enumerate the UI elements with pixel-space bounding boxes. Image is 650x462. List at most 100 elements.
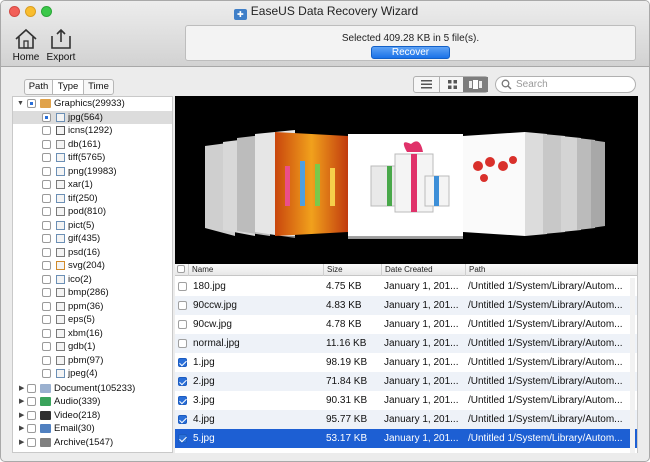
file-path: /Untitled 1/System/Library/Autom...: [468, 300, 623, 311]
checkbox[interactable]: [42, 328, 51, 338]
row-checkbox[interactable]: [178, 434, 187, 443]
tree-item-video[interactable]: ▶ Video(218): [13, 409, 172, 423]
tree-item-tif[interactable]: tif(250): [13, 192, 172, 206]
toolbar: ✚ EaseUS Data Recovery Wizard Home Export…: [1, 1, 649, 67]
row-checkbox[interactable]: [178, 358, 187, 367]
checkbox[interactable]: [42, 180, 51, 189]
disclosure-triangle-icon[interactable]: ▶: [19, 436, 24, 449]
list-view-button[interactable]: [414, 77, 439, 92]
table-row[interactable]: 5.jpg 53.17 KB January 1, 201... /Untitled …: [175, 429, 637, 448]
table-row[interactable]: 90cw.jpg 4.78 KB January 1, 201... /Untitle…: [175, 315, 637, 334]
select-all-column[interactable]: [175, 264, 189, 276]
coverflow-view-button[interactable]: [463, 77, 488, 92]
export-button[interactable]: Export: [41, 27, 81, 63]
tree-item-gdb[interactable]: gdb(1): [13, 340, 172, 354]
recover-button[interactable]: Recover: [371, 46, 450, 59]
column-header-name[interactable]: Name: [189, 264, 324, 276]
table-scrollbar[interactable]: [630, 278, 635, 453]
tree-item-graphics[interactable]: ▼ Graphics(29933): [13, 97, 172, 111]
checkbox[interactable]: [27, 410, 36, 420]
checkbox[interactable]: [27, 99, 36, 108]
tree-item-ico[interactable]: ico(2): [13, 273, 172, 287]
checkbox[interactable]: [42, 126, 51, 135]
disclosure-triangle-icon[interactable]: ▶: [19, 422, 24, 435]
checkbox[interactable]: [42, 315, 51, 324]
checkbox[interactable]: [42, 274, 51, 284]
row-checkbox[interactable]: [178, 396, 187, 405]
row-checkbox[interactable]: [178, 282, 187, 291]
checkbox[interactable]: [42, 139, 51, 149]
column-header-date[interactable]: Date Created: [382, 264, 466, 276]
tree-item-pod[interactable]: pod(810): [13, 205, 172, 219]
checkbox[interactable]: [42, 369, 51, 378]
checkbox[interactable]: [42, 207, 51, 216]
column-header-size[interactable]: Size: [324, 264, 382, 276]
disclosure-triangle-icon[interactable]: ▶: [19, 395, 24, 408]
tree-item-png[interactable]: png(19983): [13, 165, 172, 179]
disclosure-triangle-icon[interactable]: ▶: [19, 409, 24, 422]
column-header-path[interactable]: Path: [466, 264, 637, 276]
checkbox[interactable]: [42, 261, 51, 270]
checkbox[interactable]: [42, 247, 51, 257]
checkbox[interactable]: [27, 424, 36, 433]
table-row[interactable]: 180.jpg 4.75 KB January 1, 201... /Untitled…: [175, 277, 637, 296]
checkbox[interactable]: [42, 355, 51, 365]
checkbox[interactable]: [27, 397, 36, 406]
select-all-checkbox[interactable]: [177, 265, 185, 273]
row-checkbox[interactable]: [178, 339, 187, 348]
checkbox[interactable]: [42, 301, 51, 311]
tree-item-pict[interactable]: pict(5): [13, 219, 172, 233]
checkbox[interactable]: [42, 220, 51, 230]
row-checkbox[interactable]: [178, 301, 187, 310]
tab-time[interactable]: Time: [84, 80, 113, 94]
table-row[interactable]: 4.jpg 95.77 KB January 1, 201... /Untitled …: [175, 410, 637, 429]
checkbox[interactable]: [42, 153, 51, 162]
tree-item-jpg[interactable]: jpg(564): [13, 110, 172, 124]
disclosure-triangle-icon[interactable]: ▶: [19, 382, 24, 395]
tree-item-xar[interactable]: xar(1): [13, 178, 172, 192]
tree-item-tiff[interactable]: tiff(5765): [13, 151, 172, 165]
table-row[interactable]: 1.jpg 98.19 KB January 1, 201... /Untitled …: [175, 353, 637, 372]
tree-item-gif[interactable]: gif(435): [13, 232, 172, 246]
home-button[interactable]: Home: [6, 27, 46, 63]
checkbox[interactable]: [42, 166, 51, 176]
row-checkbox[interactable]: [178, 320, 187, 329]
tree-item-audio[interactable]: ▶ Audio(339): [13, 395, 172, 409]
checkbox[interactable]: [42, 234, 51, 243]
search-field[interactable]: Search: [495, 76, 636, 93]
tree-item-label: pbm(97): [68, 354, 104, 366]
checkbox[interactable]: [42, 193, 51, 203]
row-checkbox[interactable]: [178, 415, 187, 424]
file-name: 180.jpg: [193, 281, 226, 292]
disclosure-triangle-icon[interactable]: ▼: [17, 97, 24, 110]
tree-item-xbm[interactable]: xbm(16): [13, 327, 172, 341]
checkbox[interactable]: [42, 288, 51, 297]
checkbox[interactable]: [42, 112, 51, 122]
tree-item-db[interactable]: db(161): [13, 138, 172, 152]
row-checkbox[interactable]: [178, 377, 187, 386]
table-row[interactable]: 3.jpg 90.31 KB January 1, 201... /Untitled …: [175, 391, 637, 410]
tree-item-email[interactable]: ▶ Email(30): [13, 422, 172, 436]
tree-item-jpeg[interactable]: jpeg(4): [13, 367, 172, 381]
view-mode-tabs: Path Type Time: [24, 79, 114, 95]
tree-item-archive[interactable]: ▶ Archive(1547): [13, 436, 172, 450]
tree-item-svg[interactable]: svg(204): [13, 259, 172, 273]
search-placeholder: Search: [516, 79, 548, 90]
tree-item-pbm[interactable]: pbm(97): [13, 354, 172, 368]
tree-item-psd[interactable]: psd(16): [13, 246, 172, 260]
tree-item-eps[interactable]: eps(5): [13, 313, 172, 327]
tree-item-icns[interactable]: icns(1292): [13, 124, 172, 138]
table-row[interactable]: 90ccw.jpg 4.83 KB January 1, 201... /Untitl…: [175, 296, 637, 315]
checkbox[interactable]: [27, 383, 36, 393]
tree-item-bmp[interactable]: bmp(286): [13, 286, 172, 300]
grid-view-button[interactable]: [439, 77, 464, 92]
table-row[interactable]: normal.jpg 11.16 KB January 1, 201... /Unti…: [175, 334, 637, 353]
tab-path[interactable]: Path: [25, 80, 52, 94]
table-row[interactable]: 2.jpg 71.84 KB January 1, 201... /Untitled …: [175, 372, 637, 391]
tree-item-document[interactable]: ▶ Document(105233): [13, 382, 172, 396]
tree-item-ppm[interactable]: ppm(36): [13, 300, 172, 314]
checkbox[interactable]: [27, 437, 36, 447]
tab-type[interactable]: Type: [52, 80, 84, 94]
file-date: January 1, 201...: [384, 319, 459, 330]
checkbox[interactable]: [42, 342, 51, 351]
